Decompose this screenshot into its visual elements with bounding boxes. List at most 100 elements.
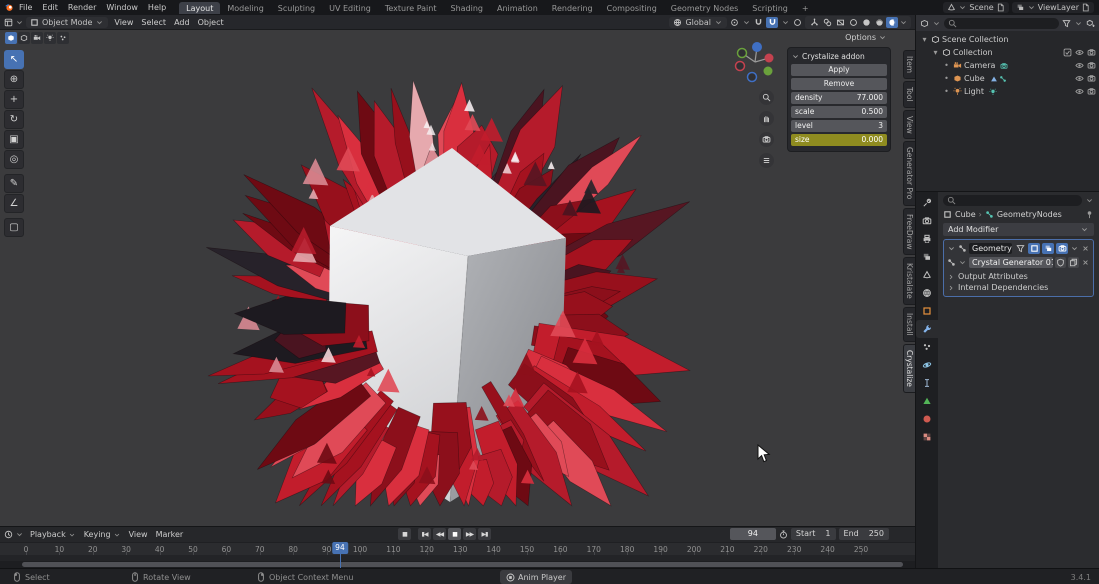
viewport-menu-object[interactable]: Object [194, 18, 228, 27]
snap-magnet-icon[interactable] [754, 18, 763, 27]
properties-tab-object-data[interactable] [916, 392, 938, 410]
rotate-tool[interactable]: ↻ [4, 110, 24, 129]
density-field[interactable]: density77.000 [791, 92, 887, 104]
viewport-menu-add[interactable]: Add [170, 18, 194, 27]
hide-render-icon[interactable] [1087, 61, 1096, 70]
scale-tool[interactable]: ▣ [4, 130, 24, 149]
viewport-menu-select[interactable]: Select [137, 18, 170, 27]
options-dropdown[interactable]: Options [845, 33, 887, 42]
new-view-layer-icon[interactable] [1081, 3, 1090, 12]
workspace-tab-shading[interactable]: Shading [443, 2, 490, 14]
workspace-tab-texture-paint[interactable]: Texture Paint [378, 2, 444, 14]
show-overlays-toggle[interactable] [821, 17, 833, 28]
pivot-point-icon[interactable] [730, 18, 739, 27]
properties-tab-constraints[interactable] [916, 374, 938, 392]
shading-solid[interactable] [860, 17, 872, 28]
mode-selector[interactable]: Object Mode [26, 17, 108, 28]
select-box-tool[interactable]: ↖ [4, 50, 24, 69]
editor-type-icon[interactable] [4, 18, 13, 27]
sidebar-tab-generator-pro[interactable]: Generator Pro [903, 141, 915, 205]
add-cube-tool[interactable]: ▢ [4, 218, 24, 237]
level-field[interactable]: level3 [791, 120, 887, 132]
scene-selector[interactable]: Scene [943, 2, 1008, 13]
close-icon[interactable] [1081, 244, 1090, 253]
workspace-tab-rendering[interactable]: Rendering [545, 2, 600, 14]
realtime-display-toggle[interactable] [1028, 243, 1040, 254]
properties-tab-texture[interactable] [916, 428, 938, 446]
breadcrumb-data[interactable]: GeometryNodes [997, 210, 1062, 219]
scale-field[interactable]: scale0.500 [791, 106, 887, 118]
toggle-xray[interactable] [834, 17, 846, 28]
stop-button[interactable]: ■ [398, 528, 411, 540]
fake-user-button[interactable] [1055, 257, 1066, 268]
modifier-name-field[interactable]: GeometryNo... [969, 243, 1012, 254]
workspace-tab-compositing[interactable]: Compositing [600, 2, 664, 14]
timeline-editor-icon[interactable] [4, 530, 13, 539]
menu-file[interactable]: File [14, 3, 37, 12]
timeline-scrollbar[interactable] [0, 561, 915, 568]
sidebar-tab-item[interactable]: Item [903, 50, 915, 79]
object-visibility-toggle-4[interactable] [44, 32, 56, 44]
cursor-tool[interactable]: ⊕ [4, 70, 24, 89]
workspace-tab-modeling[interactable]: Modeling [220, 2, 270, 14]
properties-search-input[interactable] [943, 195, 1082, 206]
size-field[interactable]: size0.000 [791, 134, 887, 146]
snapping-toggle[interactable] [766, 17, 778, 28]
node-group-field[interactable]: Crystal Generator 01.002_001... [969, 257, 1053, 268]
menu-help[interactable]: Help [143, 3, 171, 12]
pin-icon[interactable] [1085, 210, 1094, 219]
menu-edit[interactable]: Edit [37, 3, 63, 12]
timeline-ruler[interactable]: 0102030405060708090100110120130140150160… [0, 542, 915, 568]
duplicate-button[interactable] [1068, 257, 1079, 268]
disclosure-icon[interactable]: • [942, 74, 951, 83]
proportional-editing-icon[interactable] [793, 18, 802, 27]
properties-tab-object[interactable] [916, 302, 938, 320]
workspace-tab-layout[interactable]: Layout [179, 2, 220, 14]
shading-rendered[interactable] [886, 17, 898, 28]
section-internal-dependencies[interactable]: Internal Dependencies [947, 282, 1090, 293]
jump-to-end-button[interactable]: ▶▮ [478, 528, 491, 540]
hide-viewport-icon[interactable] [1075, 48, 1084, 57]
properties-tab-world[interactable] [916, 284, 938, 302]
scene-name[interactable]: Scene [969, 3, 993, 12]
transform-tool[interactable]: ◎ [4, 150, 24, 169]
camera-view-button[interactable] [759, 132, 774, 147]
move-tool[interactable]: + [4, 90, 24, 109]
outliner-item-label[interactable]: Collection [953, 48, 993, 57]
outliner-item-label[interactable]: Light [964, 87, 984, 96]
properties-tab-material[interactable] [916, 410, 938, 428]
remove-button[interactable]: Remove [791, 78, 887, 90]
render-toggle[interactable] [1056, 243, 1068, 254]
show-gizmo-toggle[interactable] [808, 17, 820, 28]
outliner-row-cube[interactable]: •Cube [916, 72, 1099, 85]
properties-tab-output[interactable] [916, 230, 938, 248]
sidebar-tab-install[interactable]: Install [903, 307, 915, 342]
hide-render-icon[interactable] [1087, 87, 1096, 96]
hide-render-icon[interactable] [1087, 48, 1096, 57]
viewport-menu-view[interactable]: View [110, 18, 137, 27]
object-visibility-toggle-2[interactable] [18, 32, 30, 44]
timeline-menu-keying[interactable]: Keying [80, 530, 125, 539]
navigation-gizmo[interactable] [733, 40, 777, 84]
pan-button[interactable] [759, 111, 774, 126]
filter-icon[interactable] [1062, 19, 1071, 28]
workspace-add-button[interactable]: + [795, 2, 816, 14]
checkbox-icon[interactable] [1063, 48, 1072, 57]
playhead[interactable]: 94 [332, 542, 348, 554]
section-output-attributes[interactable]: Output Attributes [947, 271, 1090, 282]
properties-tab-scene[interactable] [916, 266, 938, 284]
outliner-item-label[interactable]: Camera [964, 61, 995, 70]
workspace-tab-scripting[interactable]: Scripting [745, 2, 795, 14]
disclosure-icon[interactable]: • [942, 61, 951, 70]
viewport-toggle[interactable] [1042, 243, 1054, 254]
frame-start-field[interactable]: Start 1 [791, 528, 836, 540]
hide-viewport-icon[interactable] [1075, 61, 1084, 70]
disclosure-icon[interactable]: ▾ [931, 48, 940, 57]
new-scene-icon[interactable] [996, 3, 1005, 12]
workspace-tab-uv-editing[interactable]: UV Editing [322, 2, 378, 14]
shading-material[interactable] [873, 17, 885, 28]
workspace-tab-animation[interactable]: Animation [490, 2, 545, 14]
object-visibility-toggle-3[interactable] [31, 32, 43, 44]
outliner-row-camera[interactable]: • Camera [916, 59, 1099, 72]
apply-button[interactable]: Apply [791, 64, 887, 76]
